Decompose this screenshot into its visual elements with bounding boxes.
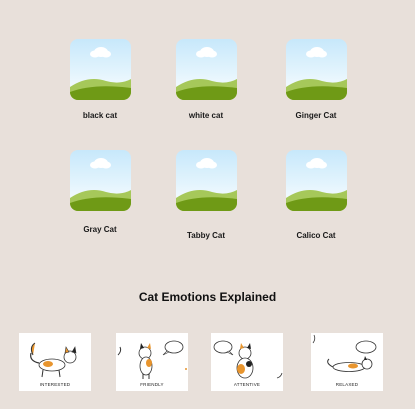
- landscape-placeholder-icon: [176, 150, 237, 211]
- emotion-card-interested[interactable]: INTERESTED: [19, 333, 91, 391]
- cat-tile-ginger[interactable]: Ginger Cat: [266, 39, 366, 124]
- landscape-placeholder-icon: [176, 39, 237, 100]
- landscape-placeholder-icon: [286, 39, 347, 100]
- emotion-caption: RELAXED: [335, 382, 359, 387]
- emotion-card-relaxed[interactable]: RELAXED: [311, 333, 383, 391]
- cat-label: Calico Cat: [296, 231, 336, 240]
- emotion-card-friendly[interactable]: FRIENDLY: [116, 333, 188, 391]
- cat-label: white cat: [188, 111, 224, 120]
- cat-tile-calico[interactable]: Calico Cat: [266, 150, 366, 245]
- landscape-placeholder-icon: [70, 150, 131, 211]
- cat-label: Gray Cat: [83, 225, 117, 234]
- emotion-caption: INTERESTED: [39, 382, 71, 387]
- landscape-placeholder-icon: [286, 150, 347, 211]
- cat-tile-white[interactable]: white cat: [156, 39, 256, 124]
- cat-label: Tabby Cat: [186, 231, 226, 240]
- cat-tile-tabby[interactable]: Tabby Cat: [156, 150, 256, 245]
- cat-label: Ginger Cat: [295, 111, 337, 120]
- emotion-caption: ATTENTIVE: [233, 382, 261, 387]
- cat-tile-gray[interactable]: Gray Cat: [50, 150, 150, 240]
- emotion-card-attentive[interactable]: ATTENTIVE: [211, 333, 283, 391]
- cat-tile-black[interactable]: black cat: [50, 39, 150, 124]
- emotion-caption: FRIENDLY: [140, 382, 164, 387]
- section-title: Cat Emotions Explained: [138, 290, 277, 304]
- cat-label: black cat: [82, 111, 118, 120]
- landscape-placeholder-icon: [70, 39, 131, 100]
